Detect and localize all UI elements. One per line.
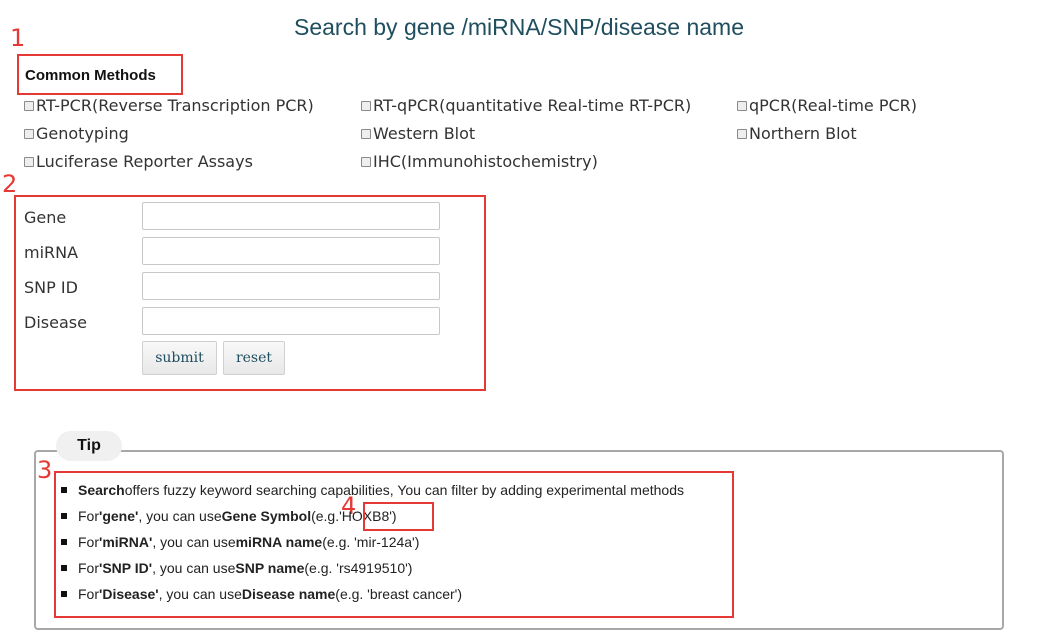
- method-label: RT-qPCR(quantitative Real-time RT-PCR): [373, 96, 692, 115]
- mirna-input[interactable]: [142, 237, 440, 265]
- tip-text: For: [78, 586, 99, 602]
- method-label: IHC(Immunohistochemistry): [373, 152, 598, 171]
- tip-text: , you can use: [138, 508, 222, 524]
- gene-label: Gene: [24, 208, 67, 227]
- method-label: Genotyping: [36, 124, 129, 143]
- tip-field: 'miRNA': [99, 534, 153, 550]
- tip-item-search: Search offers fuzzy keyword searching ca…: [61, 482, 684, 498]
- snp-id-label: SNP ID: [24, 278, 78, 297]
- page-title: Search by gene /miRNA/SNP/disease name: [294, 14, 744, 40]
- bullet-icon: [61, 539, 67, 545]
- disease-label: Disease: [24, 313, 87, 332]
- tip-bold: Search: [78, 482, 125, 498]
- tip-text: (e.g. 'rs4919510'): [304, 560, 413, 576]
- tip-kind: SNP name: [235, 560, 305, 576]
- annotation-2: 2: [2, 170, 18, 198]
- checkbox[interactable]: [361, 100, 371, 111]
- checkbox[interactable]: [24, 156, 34, 167]
- checkbox[interactable]: [361, 128, 371, 139]
- reset-button[interactable]: reset: [223, 341, 285, 375]
- tip-field: 'Disease': [99, 586, 159, 602]
- method-option-ihc[interactable]: IHC(Immunohistochemistry): [361, 152, 598, 171]
- tip-item-snp: For 'SNP ID', you can use SNP name (e.g.…: [61, 560, 412, 576]
- checkbox[interactable]: [24, 100, 34, 111]
- method-option-qpcr[interactable]: qPCR(Real-time PCR): [737, 96, 917, 115]
- method-label: Western Blot: [373, 124, 476, 143]
- method-option-luciferase[interactable]: Luciferase Reporter Assays: [24, 152, 253, 171]
- tip-field: 'gene': [99, 508, 139, 524]
- tip-legend: Tip: [56, 431, 122, 461]
- checkbox[interactable]: [737, 100, 747, 111]
- bullet-icon: [61, 565, 67, 571]
- method-option-western-blot[interactable]: Western Blot: [361, 124, 475, 143]
- checkbox[interactable]: [361, 156, 371, 167]
- tip-text: For: [78, 508, 99, 524]
- tip-text: , you can use: [158, 586, 242, 602]
- method-label: Luciferase Reporter Assays: [36, 152, 253, 171]
- method-label: Northern Blot: [749, 124, 857, 143]
- submit-button[interactable]: submit: [142, 341, 217, 375]
- disease-input[interactable]: [142, 307, 440, 335]
- method-label: RT-PCR(Reverse Transcription PCR): [36, 96, 314, 115]
- method-option-rt-qpcr[interactable]: RT-qPCR(quantitative Real-time RT-PCR): [361, 96, 691, 115]
- checkbox[interactable]: [24, 128, 34, 139]
- tip-field: 'SNP ID': [99, 560, 153, 576]
- tip-text: (e.g. 'breast cancer'): [335, 586, 463, 602]
- tip-item-disease: For 'Disease', you can use Disease name …: [61, 586, 462, 602]
- methods-heading: Common Methods: [25, 67, 156, 84]
- tip-kind: Gene Symbol: [221, 508, 312, 524]
- tip-text: For: [78, 560, 99, 576]
- method-option-rt-pcr[interactable]: RT-PCR(Reverse Transcription PCR): [24, 96, 314, 115]
- tip-kind: Disease name: [241, 586, 336, 602]
- method-label: qPCR(Real-time PCR): [749, 96, 918, 115]
- gene-input[interactable]: [142, 202, 440, 230]
- annotation-box-4: [363, 502, 434, 531]
- tip-item-mirna: For 'miRNA', you can use miRNA name (e.g…: [61, 534, 419, 550]
- bullet-icon: [61, 487, 67, 493]
- bullet-icon: [61, 591, 67, 597]
- checkbox[interactable]: [737, 128, 747, 139]
- tip-kind: miRNA name: [235, 534, 323, 550]
- method-option-northern-blot[interactable]: Northern Blot: [737, 124, 857, 143]
- tip-text: (e.g. 'mir-124a'): [322, 534, 420, 550]
- tip-text: , you can use: [152, 534, 236, 550]
- tip-text: , you can use: [152, 560, 236, 576]
- tip-text: For: [78, 534, 99, 550]
- bullet-icon: [61, 513, 67, 519]
- method-option-genotyping[interactable]: Genotyping: [24, 124, 129, 143]
- annotation-1: 1: [10, 24, 26, 52]
- tip-item-gene: For 'gene', you can use Gene Symbol (e.g…: [61, 508, 397, 524]
- tip-text: offers fuzzy keyword searching capabilit…: [124, 482, 684, 498]
- mirna-label: miRNA: [24, 243, 79, 262]
- snp-id-input[interactable]: [142, 272, 440, 300]
- tip-text: (e.g.: [311, 508, 340, 524]
